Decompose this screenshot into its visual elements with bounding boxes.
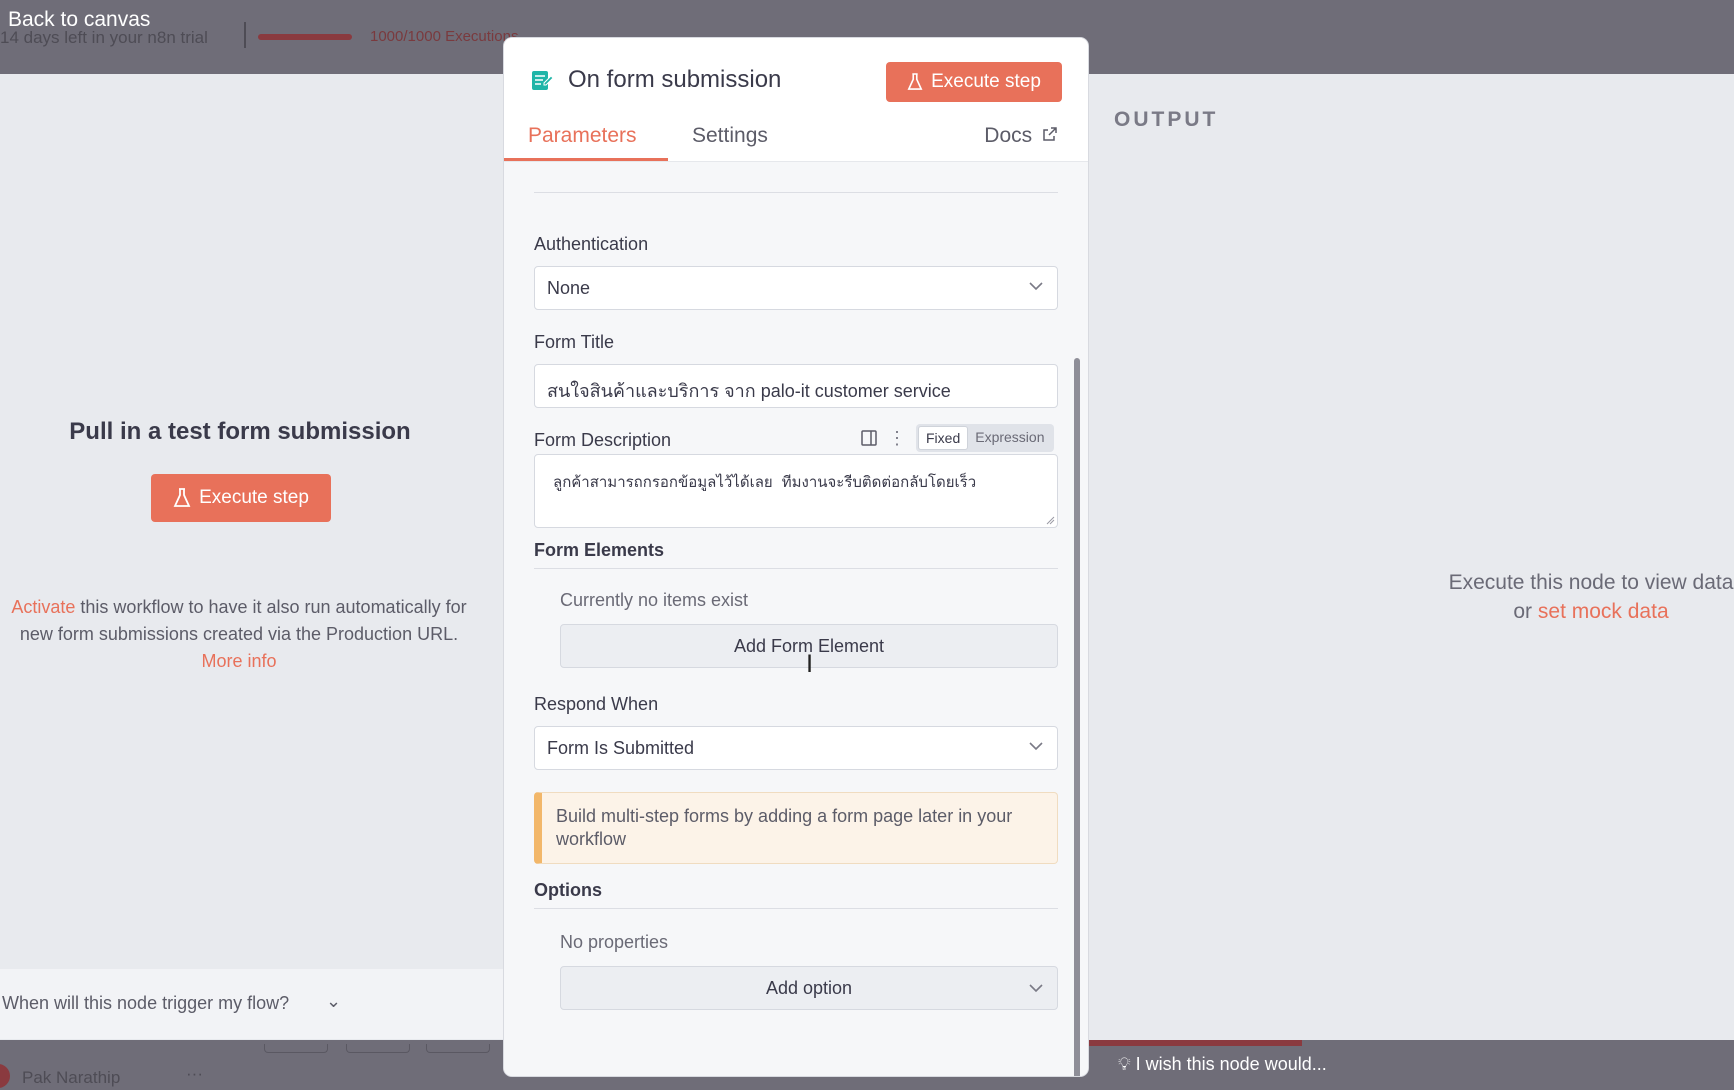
execute-step-button-left[interactable]: Execute step bbox=[151, 474, 331, 522]
notice-text: Build multi-step forms by adding a form … bbox=[556, 806, 1013, 849]
divider bbox=[534, 908, 1058, 909]
docs-label: Docs bbox=[984, 124, 1033, 147]
flask-icon bbox=[173, 488, 191, 507]
fixed-expression-toggle[interactable]: Fixed Expression bbox=[916, 424, 1054, 452]
activate-link[interactable]: Activate bbox=[11, 597, 75, 617]
form-title-input[interactable]: สนใจสินค้าและบริการ จาก palo-it customer… bbox=[534, 364, 1058, 408]
execute-step-label: Execute step bbox=[931, 71, 1041, 92]
form-node-icon bbox=[532, 71, 554, 90]
flask-icon bbox=[907, 73, 923, 90]
output-empty-message: Execute this node to view data or set mo… bbox=[1368, 568, 1734, 626]
input-panel-title: Pull in a test form submission bbox=[69, 418, 411, 445]
authentication-label: Authentication bbox=[534, 234, 649, 254]
chevron-down-icon: ⌄ bbox=[326, 991, 342, 1011]
output-or: or bbox=[1513, 600, 1538, 623]
tab-docs[interactable]: Docs bbox=[984, 124, 1058, 148]
split-view-icon[interactable] bbox=[860, 429, 878, 447]
avatar bbox=[0, 1064, 10, 1088]
more-options-icon[interactable]: ⋮ bbox=[888, 429, 906, 447]
ghost-button bbox=[426, 1044, 490, 1053]
chevron-down-icon bbox=[1029, 282, 1043, 291]
node-title[interactable]: On form submission bbox=[568, 66, 781, 94]
respond-when-value: Form Is Submitted bbox=[547, 738, 695, 758]
form-description-label: Form Description bbox=[534, 430, 672, 450]
text-cursor-icon: I bbox=[806, 650, 814, 678]
form-elements-empty: Currently no items exist bbox=[560, 590, 749, 610]
status-strip bbox=[1088, 1040, 1302, 1046]
input-panel: Pull in a test form submission Execute s… bbox=[0, 74, 504, 1040]
feedback-text: I wish this node would... bbox=[1135, 1054, 1327, 1074]
user-menu-icon[interactable]: ··· bbox=[186, 1064, 203, 1084]
multi-step-notice: Build multi-step forms by adding a form … bbox=[534, 792, 1058, 864]
authentication-value: None bbox=[547, 278, 591, 298]
divider bbox=[534, 568, 1058, 569]
activate-hint: Activate this workflow to have it also r… bbox=[6, 594, 472, 675]
authentication-select[interactable]: None bbox=[534, 266, 1058, 310]
set-mock-data-link[interactable]: set mock data bbox=[1538, 600, 1669, 623]
form-title-value: สนใจสินค้าและบริการ จาก palo-it customer… bbox=[547, 381, 951, 401]
output-panel: OUTPUT Execute this node to view data or… bbox=[1088, 74, 1734, 1040]
ghost-button bbox=[346, 1044, 410, 1053]
options-empty: No properties bbox=[560, 932, 669, 952]
tab-settings[interactable]: Settings bbox=[692, 124, 768, 148]
executions-progress-bar bbox=[258, 34, 352, 40]
parameters-panel: Authentication None Form Title สนใจสินค้… bbox=[504, 162, 1088, 1076]
respond-when-select[interactable]: Form Is Submitted bbox=[534, 726, 1058, 770]
trigger-question[interactable]: When will this node trigger my flow? ⌄ bbox=[0, 969, 504, 1039]
executions-progress-fill bbox=[258, 34, 352, 40]
form-description-value: ลูกค้าสามารถกรอกข้อมูลไว้ได้เลย ทีมงานจะ… bbox=[553, 473, 977, 491]
execute-step-label: Execute step bbox=[199, 487, 309, 508]
lightbulb-icon: 💡︎ bbox=[1118, 1054, 1131, 1074]
output-label: OUTPUT bbox=[1114, 108, 1219, 131]
add-option-button[interactable]: Add option bbox=[560, 966, 1058, 1010]
modal-header: On form submission Execute step Paramete… bbox=[504, 38, 1088, 162]
node-details-modal: On form submission Execute step Paramete… bbox=[504, 38, 1088, 1076]
field-tools: ⋮ Fixed Expression bbox=[860, 424, 1054, 452]
output-message-line: Execute this node to view data bbox=[1448, 571, 1734, 594]
execute-step-button[interactable]: Execute step bbox=[886, 62, 1062, 102]
respond-when-label: Respond When bbox=[534, 694, 659, 714]
divider bbox=[534, 192, 1058, 193]
chevron-down-icon bbox=[1029, 742, 1043, 751]
trigger-question-text: When will this node trigger my flow? bbox=[2, 993, 290, 1013]
ghost-button bbox=[264, 1044, 328, 1053]
tab-parameters[interactable]: Parameters bbox=[528, 124, 637, 148]
chevron-down-icon bbox=[1029, 984, 1043, 993]
mode-expression[interactable]: Expression bbox=[968, 426, 1051, 450]
activate-text: this workflow to have it also run automa… bbox=[19, 597, 467, 644]
form-description-input[interactable]: ลูกค้าสามารถกรอกข้อมูลไว้ได้เลย ทีมงานจะ… bbox=[534, 454, 1058, 528]
scrollbar[interactable] bbox=[1074, 358, 1080, 1076]
external-link-icon bbox=[1043, 127, 1057, 141]
divider bbox=[244, 22, 246, 48]
mode-fixed[interactable]: Fixed bbox=[918, 426, 969, 450]
options-label: Options bbox=[534, 880, 602, 900]
trial-info: 14 days left in your n8n trial bbox=[0, 28, 208, 47]
more-info-link[interactable]: More info bbox=[201, 651, 276, 671]
form-title-label: Form Title bbox=[534, 332, 615, 352]
resize-handle-icon[interactable] bbox=[1045, 515, 1055, 525]
feedback-link[interactable]: 💡︎ I wish this node would... bbox=[1118, 1054, 1327, 1075]
add-option-label: Add option bbox=[765, 977, 853, 998]
form-elements-label: Form Elements bbox=[534, 540, 665, 560]
executions-count: 1000/1000 Executions bbox=[370, 28, 519, 45]
user-name: Pak Narathip bbox=[22, 1068, 121, 1087]
